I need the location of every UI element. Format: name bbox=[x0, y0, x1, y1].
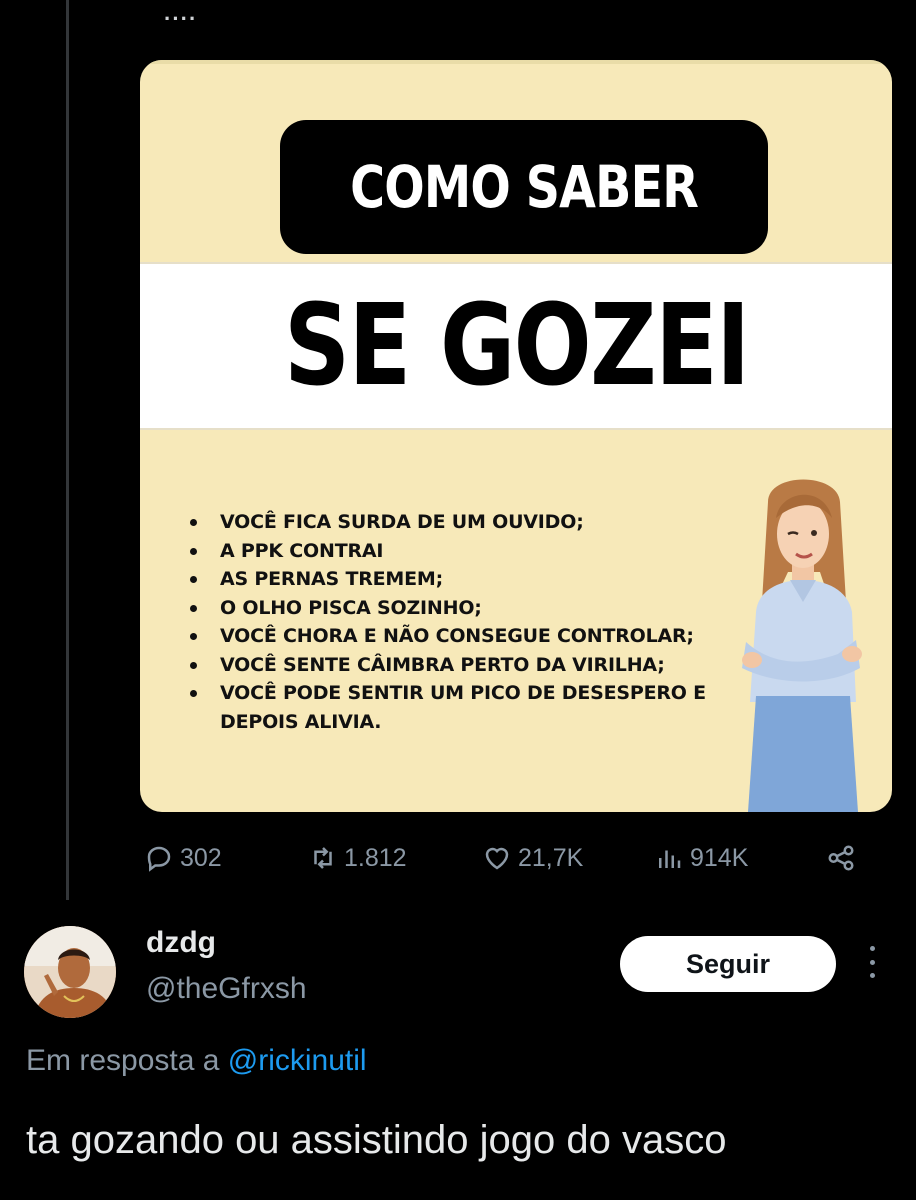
bullet-dot-icon bbox=[190, 690, 197, 697]
meme-title-pill: COMO SABER bbox=[280, 120, 768, 254]
follow-button[interactable]: Seguir bbox=[620, 936, 836, 992]
reply-icon bbox=[147, 846, 171, 872]
bullet-dot-icon bbox=[190, 633, 197, 640]
repost-count: 1.812 bbox=[344, 843, 407, 872]
bullet-dot-icon bbox=[190, 661, 197, 669]
views-chart-icon bbox=[659, 850, 681, 868]
share-icon bbox=[828, 845, 854, 871]
bullet-dot-icon bbox=[190, 576, 197, 583]
bullet-dot-icon bbox=[190, 519, 197, 526]
list-item: A PPK CONTRAI bbox=[184, 537, 744, 566]
share-action[interactable] bbox=[826, 838, 856, 878]
thread-connector-line bbox=[66, 0, 69, 900]
list-item: VOCÊ SENTE CÂIMBRA PERTO DA VIRILHA; bbox=[184, 651, 744, 680]
list-item: VOCÊ PODE SENTIR UM PICO DE DESESPERO E … bbox=[184, 679, 744, 736]
truncated-text-ellipsis: ···· bbox=[164, 6, 198, 31]
meme-title-band: SE GOZEI bbox=[140, 262, 892, 430]
like-count: 21,7K bbox=[518, 843, 584, 872]
tweet-action-bar: 302 1.812 21,7K 914K bbox=[144, 838, 874, 878]
list-item: VOCÊ FICA SURDA DE UM OUVIDO; bbox=[184, 508, 744, 537]
like-action[interactable]: 21,7K bbox=[482, 838, 583, 878]
user-handle[interactable]: @theGfrxsh bbox=[146, 972, 307, 1006]
views-count: 914K bbox=[690, 843, 749, 872]
list-item: AS PERNAS TREMEM; bbox=[184, 565, 744, 594]
reply-count: 302 bbox=[180, 843, 222, 872]
bullet-dot-icon bbox=[190, 547, 197, 555]
reply-tweet-text: ta gozando ou assistindo jogo do vasco bbox=[26, 1118, 727, 1162]
reply-mention-link[interactable]: @rickinutil bbox=[228, 1044, 367, 1077]
meme-title-line1: COMO SABER bbox=[350, 153, 699, 221]
avatar-photo bbox=[24, 926, 116, 1018]
reply-prefix-label: Em resposta a bbox=[26, 1044, 220, 1077]
meme-bullet-list: VOCÊ FICA SURDA DE UM OUVIDO; A PPK CONT… bbox=[184, 508, 744, 736]
bullet-dot-icon bbox=[190, 604, 197, 612]
views-action[interactable]: 914K bbox=[654, 838, 748, 878]
media-top-band bbox=[140, 60, 892, 64]
woman-illustration bbox=[742, 479, 862, 812]
reply-action[interactable]: 302 bbox=[144, 838, 222, 878]
more-options-icon[interactable] bbox=[864, 946, 880, 978]
reply-context: Em resposta a @rickinutil bbox=[26, 1044, 367, 1078]
repost-icon bbox=[314, 847, 332, 869]
display-name[interactable]: dzdg bbox=[146, 926, 216, 960]
repost-action[interactable]: 1.812 bbox=[308, 838, 407, 878]
avatar[interactable] bbox=[24, 926, 116, 1018]
heart-icon bbox=[485, 847, 509, 870]
list-item: O OLHO PISCA SOZINHO; bbox=[184, 594, 744, 623]
tweet-media-image[interactable]: COMO SABER SE GOZEI VOCÊ FICA SURDA DE U… bbox=[140, 60, 892, 812]
list-item: VOCÊ CHORA E NÃO CONSEGUE CONTROLAR; bbox=[184, 622, 744, 651]
meme-title-line2: SE GOZEI bbox=[283, 281, 750, 411]
